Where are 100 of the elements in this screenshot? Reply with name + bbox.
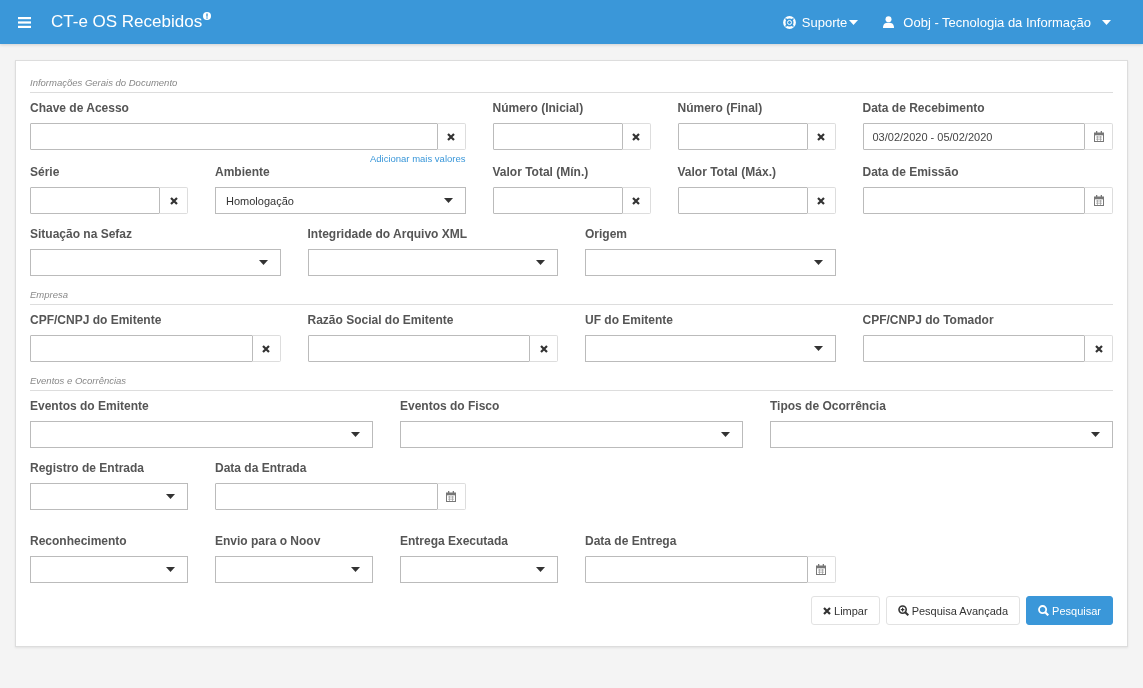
date-field[interactable] xyxy=(862,187,1085,214)
caret-icon xyxy=(813,260,823,265)
dropdown[interactable] xyxy=(400,556,558,583)
lifebuoy-icon xyxy=(782,15,796,29)
calendar-icon xyxy=(446,491,456,502)
field-label: Entrega Executada xyxy=(400,534,510,548)
calendar-icon xyxy=(1093,195,1104,206)
field-label: Reconhecimento xyxy=(30,534,128,548)
dropdown[interactable] xyxy=(585,335,836,362)
caret-icon xyxy=(849,19,859,25)
field-label: CPF/CNPJ do Tomador xyxy=(862,313,995,327)
calendar-icon xyxy=(816,564,826,575)
section-title: Informações Gerais do Documento xyxy=(30,77,1113,93)
clear-icon xyxy=(632,196,640,205)
clear-button[interactable] xyxy=(622,123,651,150)
clear-button[interactable] xyxy=(252,335,281,362)
section-title: Empresa xyxy=(30,289,1113,305)
clear-button[interactable] xyxy=(807,187,836,214)
field-label: Série xyxy=(30,165,61,179)
dropdown[interactable] xyxy=(307,249,558,276)
info-icon xyxy=(203,12,212,20)
caret-icon xyxy=(351,567,360,572)
clear-button[interactable] xyxy=(160,187,188,214)
field-label: Data de Recebimento xyxy=(862,101,986,115)
calendar-button[interactable] xyxy=(1085,187,1113,214)
field-label: Data de Emissão xyxy=(862,165,960,179)
caret-icon xyxy=(1091,432,1100,437)
input-field[interactable] xyxy=(677,123,808,150)
date-field[interactable] xyxy=(215,483,438,510)
field-label: Data de Entrega xyxy=(585,534,678,548)
field-label: Ambiente xyxy=(215,165,271,179)
clear-filters-button[interactable]: Limpar xyxy=(811,596,880,625)
caret-icon xyxy=(351,432,360,437)
field-label: Situação na Sefaz xyxy=(30,227,134,241)
dropdown[interactable] xyxy=(215,556,373,583)
clear-icon xyxy=(1094,344,1103,353)
clear-button[interactable] xyxy=(622,187,651,214)
input-field[interactable] xyxy=(862,335,1085,362)
field-label: Razão Social do Emitente xyxy=(307,313,455,327)
input-field[interactable] xyxy=(492,187,623,214)
caret-icon xyxy=(721,432,730,437)
clear-icon xyxy=(539,344,548,353)
clear-button[interactable] xyxy=(530,335,558,362)
input-field[interactable] xyxy=(492,123,623,150)
page-title: CT-e OS Recebidos xyxy=(51,12,203,32)
dropdown[interactable] xyxy=(30,483,188,510)
date-field[interactable] xyxy=(585,556,808,583)
clear-button[interactable] xyxy=(437,123,466,150)
menu-icon[interactable] xyxy=(18,16,31,28)
advanced-search-button[interactable]: Pesquisa Avançada xyxy=(885,596,1021,625)
field-label: Valor Total (Máx.) xyxy=(677,165,777,179)
caret-icon xyxy=(443,198,453,203)
clear-icon xyxy=(817,196,825,205)
dropdown[interactable]: Homologação xyxy=(215,187,466,214)
input-field[interactable] xyxy=(307,335,530,362)
caret-icon xyxy=(536,260,545,265)
field-label: Eventos do Fisco xyxy=(400,399,501,413)
clear-icon xyxy=(447,132,455,141)
field-label: Tipos de Ocorrência xyxy=(770,399,887,413)
field-label: Data da Entrada xyxy=(215,461,308,475)
calendar-icon xyxy=(1093,131,1104,142)
field-label: CPF/CNPJ do Emitente xyxy=(30,313,163,327)
field-label: Registro de Entrada xyxy=(30,461,146,475)
input-field[interactable] xyxy=(30,335,253,362)
clear-icon xyxy=(262,344,270,353)
input-field[interactable] xyxy=(677,187,808,214)
clear-button[interactable] xyxy=(807,123,836,150)
date-field[interactable]: 03/02/2020 - 05/02/2020 xyxy=(862,123,1085,150)
field-label: Origem xyxy=(585,227,628,241)
clear-icon xyxy=(817,132,825,141)
caret-icon xyxy=(1102,19,1111,25)
dropdown[interactable] xyxy=(400,421,743,448)
input-field[interactable] xyxy=(30,123,438,150)
caret-icon xyxy=(166,567,175,572)
field-label: Valor Total (Mín.) xyxy=(492,165,590,179)
caret-icon xyxy=(813,346,823,351)
dropdown[interactable] xyxy=(30,421,373,448)
field-label: Número (Inicial) xyxy=(492,101,585,115)
dropdown[interactable] xyxy=(30,556,188,583)
dropdown[interactable] xyxy=(585,249,836,276)
field-label: Número (Final) xyxy=(677,101,764,115)
calendar-button[interactable] xyxy=(437,483,466,510)
clear-icon xyxy=(169,196,178,205)
field-label: Eventos do Emitente xyxy=(30,399,150,413)
user-icon xyxy=(883,16,895,28)
clear-icon xyxy=(823,606,831,615)
calendar-button[interactable] xyxy=(1085,123,1113,150)
input-field[interactable] xyxy=(30,187,160,214)
caret-icon xyxy=(258,260,268,265)
field-label: UF do Emitente xyxy=(585,313,674,327)
clear-icon xyxy=(632,132,640,141)
search-icon xyxy=(1038,605,1050,616)
clear-button[interactable] xyxy=(1085,335,1113,362)
dropdown[interactable] xyxy=(30,249,281,276)
zoom-in-icon xyxy=(897,605,909,616)
caret-icon xyxy=(536,567,545,572)
section-title: Eventos e Ocorrências xyxy=(30,375,1113,391)
calendar-button[interactable] xyxy=(807,556,836,583)
field-label: Envio para o Noov xyxy=(215,534,322,548)
dropdown[interactable] xyxy=(770,421,1113,448)
